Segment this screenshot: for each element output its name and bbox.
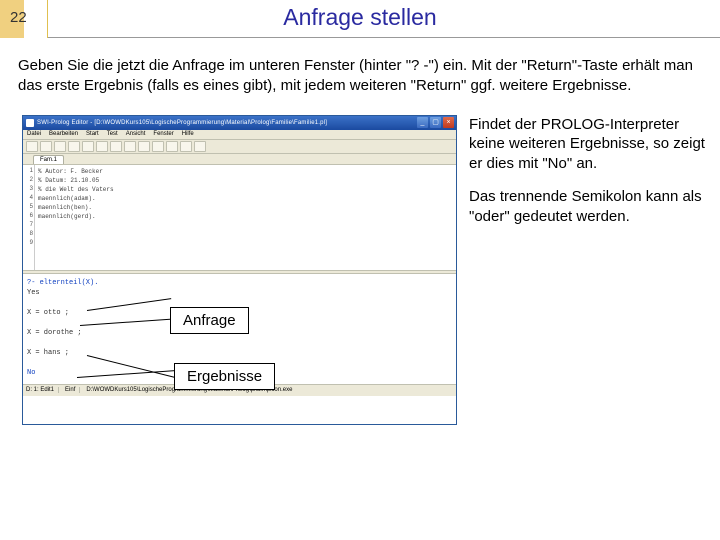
file-tab[interactable]: Fam.1: [33, 155, 64, 164]
callout-ergebnisse: Ergebnisse: [174, 363, 275, 390]
toolbar-button[interactable]: [26, 141, 38, 152]
code-editor[interactable]: % Autor: F. Becker % Datum: 21.10.05 % d…: [35, 165, 456, 270]
toolbar-button[interactable]: [96, 141, 108, 152]
toolbar-button[interactable]: [166, 141, 178, 152]
app-icon: [26, 119, 34, 127]
menu-item[interactable]: Bearbeiten: [49, 131, 78, 137]
toolbar-button[interactable]: [124, 141, 136, 152]
toolbar-button[interactable]: [82, 141, 94, 152]
minimize-button[interactable]: _: [417, 117, 428, 128]
menu-item[interactable]: Fenster: [153, 131, 173, 137]
slide-title: Anfrage stellen: [0, 4, 720, 31]
slide-header: 22 Anfrage stellen: [0, 0, 720, 38]
toolbar-button[interactable]: [152, 141, 164, 152]
page-number: 22: [10, 9, 27, 26]
menu-item[interactable]: Test: [107, 131, 118, 137]
toolbar-button[interactable]: [68, 141, 80, 152]
toolbar: [23, 140, 456, 154]
menubar: Datei Bearbeiten Start Test Ansicht Fens…: [23, 130, 456, 140]
repl-query: ?- elternteil(X).: [27, 278, 452, 288]
line-numbers: 1 2 3 4 5 6 7 8 9: [23, 165, 35, 270]
window-titlebar: SWI-Prolog Editor - [D:\WOWDKurs105\Logi…: [23, 116, 456, 130]
callout-anfrage: Anfrage: [170, 307, 249, 334]
status-mode: Einf: [65, 387, 80, 393]
side-para-1: Findet der PROLOG-Interpreter keine weit…: [469, 115, 706, 174]
window-title: SWI-Prolog Editor - [D:\WOWDKurs105\Logi…: [37, 120, 417, 126]
menu-item[interactable]: Hilfe: [182, 131, 194, 137]
menu-item[interactable]: Start: [86, 131, 99, 137]
side-text: Findet der PROLOG-Interpreter keine weit…: [469, 115, 706, 425]
maximize-button[interactable]: ▢: [430, 117, 441, 128]
toolbar-button[interactable]: [194, 141, 206, 152]
side-para-2: Das trennende Semikolon kann als "oder" …: [469, 187, 706, 226]
toolbar-button[interactable]: [180, 141, 192, 152]
toolbar-button[interactable]: [40, 141, 52, 152]
tab-bar: Fam.1: [23, 154, 456, 165]
close-button[interactable]: ×: [443, 117, 454, 128]
toolbar-button[interactable]: [110, 141, 122, 152]
toolbar-button[interactable]: [138, 141, 150, 152]
toolbar-button[interactable]: [54, 141, 66, 152]
status-left: D: 1: Edit1: [26, 387, 59, 393]
menu-item[interactable]: Ansicht: [126, 131, 146, 137]
intro-paragraph: Geben Sie die jetzt die Anfrage im unter…: [0, 38, 720, 109]
menu-item[interactable]: Datei: [27, 131, 41, 137]
screenshot-container: SWI-Prolog Editor - [D:\WOWDKurs105\Logi…: [22, 115, 457, 425]
